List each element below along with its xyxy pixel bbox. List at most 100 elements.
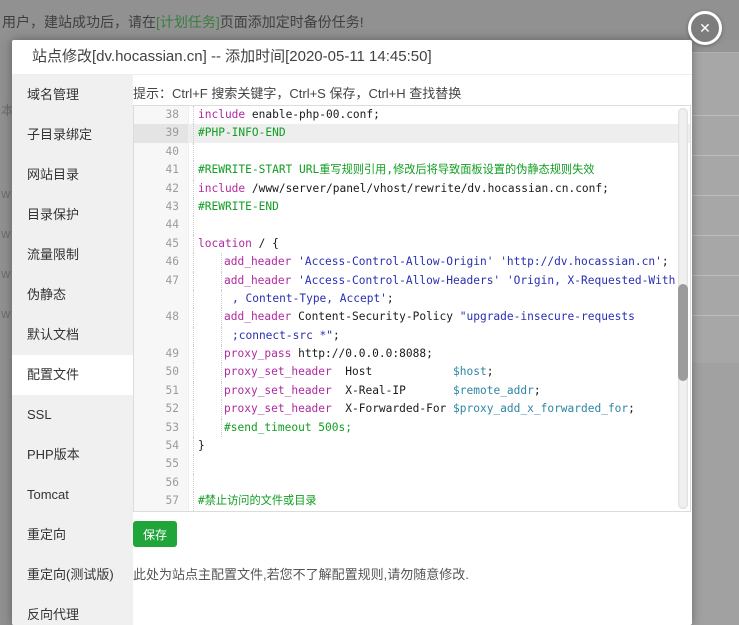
code-line[interactable]: #禁止访问的文件或目录	[189, 492, 690, 510]
editor-scrollbar-thumb[interactable]	[678, 284, 688, 380]
indent-guide	[193, 106, 194, 124]
code-row: 43#REWRITE-END	[134, 198, 690, 216]
code-row: 48add_header Content-Security-Policy "up…	[134, 308, 690, 326]
code-line[interactable]	[189, 216, 690, 234]
code-line[interactable]	[189, 143, 690, 161]
code-row: 40	[134, 143, 690, 161]
config-code-editor[interactable]: 38include enable-php-00.conf;39#PHP-INFO…	[133, 105, 691, 512]
background-link-cron: [计划任务]	[156, 14, 220, 30]
save-button[interactable]: 保存	[133, 521, 177, 547]
code-row: 41#REWRITE-START URL重写规则引用,修改后将导致面板设置的伪静…	[134, 161, 690, 179]
indent-guide	[221, 308, 222, 326]
code-row: 39#PHP-INFO-END	[134, 124, 690, 142]
indent-guide	[193, 180, 194, 198]
site-edit-dialog: 站点修改[dv.hocassian.cn] -- 添加时间[2020-05-11…	[12, 40, 692, 625]
code-line[interactable]	[189, 474, 690, 492]
code-line[interactable]: #REWRITE-START URL重写规则引用,修改后将导致面板设置的伪静态规…	[189, 161, 690, 179]
code-line[interactable]: proxy_set_header Host $host;	[189, 363, 690, 381]
code-line[interactable]: }	[189, 437, 690, 455]
close-icon[interactable]: ✕	[688, 11, 722, 45]
code-line[interactable]	[189, 455, 690, 473]
dialog-content: 提示：Ctrl+F 搜索关键字，Ctrl+S 保存，Ctrl+H 查找替换 38…	[133, 75, 692, 625]
code-row: 38include enable-php-00.conf;	[134, 106, 690, 124]
code-row: 45location / {	[134, 235, 690, 253]
code-line[interactable]: proxy_set_header X-Real-IP $remote_addr;	[189, 382, 690, 400]
sidebar-item[interactable]: 默认文档	[12, 315, 133, 355]
line-number: 52	[134, 400, 189, 418]
indent-guide	[221, 400, 222, 418]
code-row: 46add_header 'Access-Control-Allow-Origi…	[134, 253, 690, 271]
sidebar-item[interactable]: 子目录绑定	[12, 115, 133, 155]
line-number: 43	[134, 198, 189, 216]
code-line[interactable]: ;connect-src *";	[189, 327, 690, 345]
line-number: 56	[134, 474, 189, 492]
sidebar-item[interactable]: 重定向(测试版)	[12, 555, 133, 595]
background-text-fragment: 本	[1, 100, 12, 119]
sidebar-item[interactable]: 目录保护	[12, 195, 133, 235]
code-line[interactable]: add_header Content-Security-Policy "upgr…	[189, 308, 690, 326]
code-row: 57#禁止访问的文件或目录	[134, 492, 690, 510]
indent-guide	[193, 492, 194, 510]
line-number: 44	[134, 216, 189, 234]
sidebar-item[interactable]: PHP版本	[12, 435, 133, 475]
code-line[interactable]: proxy_set_header X-Forwarded-For $proxy_…	[189, 400, 690, 418]
line-number: 41	[134, 161, 189, 179]
background-message: 用户，建站成功后，请在[计划任务]页面添加定时备份任务!	[2, 12, 364, 32]
indent-guide	[193, 474, 194, 492]
line-number: 46	[134, 253, 189, 271]
editor-scrollbar-track[interactable]	[678, 108, 688, 509]
code-row: 54}	[134, 437, 690, 455]
code-line[interactable]: #send_timeout 500s;	[189, 419, 690, 437]
code-line[interactable]: , Content-Type, Accept';	[189, 290, 690, 308]
indent-guide	[221, 272, 222, 290]
sidebar-item[interactable]: 域名管理	[12, 75, 133, 115]
code-row: ;connect-src *";	[134, 327, 690, 345]
indent-guide	[193, 382, 194, 400]
sidebar-item[interactable]: 网站目录	[12, 155, 133, 195]
line-number: 48	[134, 308, 189, 326]
line-number	[134, 290, 189, 308]
code-line[interactable]: proxy_pass http://0.0.0.0:8088;	[189, 345, 690, 363]
code-row: 53#send_timeout 500s;	[134, 419, 690, 437]
indent-guide	[193, 198, 194, 216]
sidebar-item[interactable]: Tomcat	[12, 475, 133, 515]
indent-guide	[193, 455, 194, 473]
indent-guide	[221, 345, 222, 363]
indent-guide	[193, 308, 194, 326]
indent-guide	[221, 363, 222, 381]
line-number: 55	[134, 455, 189, 473]
code-line[interactable]: add_header 'Access-Control-Allow-Origin'…	[189, 253, 690, 271]
indent-guide	[193, 419, 194, 437]
indent-guide	[221, 419, 222, 437]
indent-guide	[221, 290, 222, 308]
sidebar-item[interactable]: 重定向	[12, 515, 133, 555]
line-number: 40	[134, 143, 189, 161]
indent-guide	[193, 345, 194, 363]
editor-hint: 提示：Ctrl+F 搜索关键字，Ctrl+S 保存，Ctrl+H 查找替换	[133, 83, 692, 101]
line-number: 57	[134, 492, 189, 510]
indent-guide	[193, 143, 194, 161]
sidebar-item[interactable]: 流量限制	[12, 235, 133, 275]
code-line[interactable]: #REWRITE-END	[189, 198, 690, 216]
sidebar-item[interactable]: 配置文件	[12, 355, 133, 395]
code-line[interactable]: include enable-php-00.conf;	[189, 106, 690, 124]
code-line[interactable]: add_header 'Access-Control-Allow-Headers…	[189, 272, 690, 290]
sidebar-item[interactable]: 反向代理	[12, 595, 133, 625]
indent-guide	[193, 216, 194, 234]
background-text-fragment: w	[1, 266, 10, 281]
code-line[interactable]: #PHP-INFO-END	[189, 124, 690, 142]
indent-guide	[193, 124, 194, 142]
code-line[interactable]: location / {	[189, 235, 690, 253]
config-warning-note: 此处为站点主配置文件,若您不了解配置规则,请勿随意修改.	[133, 564, 692, 583]
indent-guide	[193, 363, 194, 381]
line-number: 51	[134, 382, 189, 400]
sidebar-item[interactable]: 伪静态	[12, 275, 133, 315]
code-line[interactable]: include /www/server/panel/vhost/rewrite/…	[189, 180, 690, 198]
code-row: 42include /www/server/panel/vhost/rewrit…	[134, 180, 690, 198]
background-text-fragment: w	[1, 186, 10, 201]
line-number: 38	[134, 106, 189, 124]
sidebar-item[interactable]: SSL	[12, 395, 133, 435]
indent-guide	[193, 400, 194, 418]
line-number: 47	[134, 272, 189, 290]
line-number: 39	[134, 124, 189, 142]
